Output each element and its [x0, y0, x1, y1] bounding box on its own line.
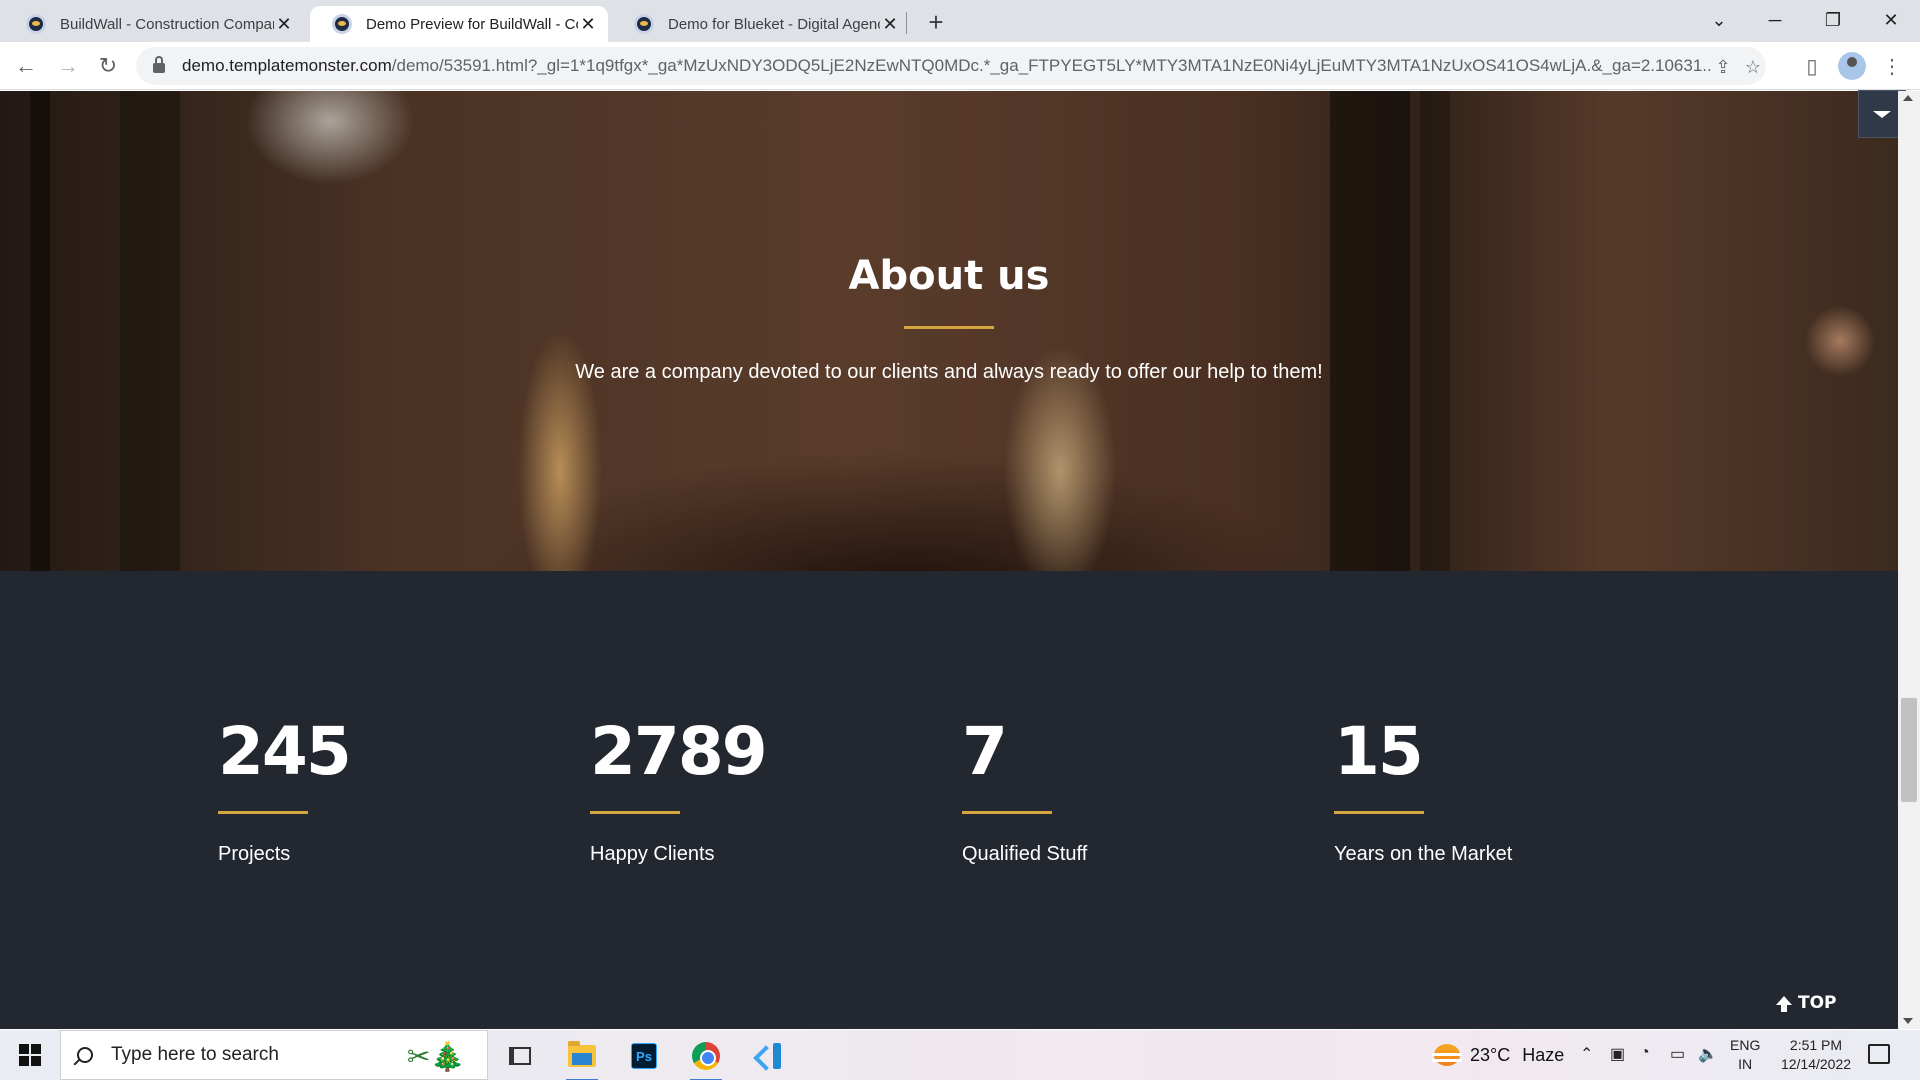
- url-host: demo.templatemonster.com: [182, 56, 392, 75]
- about-accent-line: [904, 326, 994, 329]
- battery-icon[interactable]: ▭: [1670, 1044, 1685, 1064]
- background-pillar: [30, 91, 50, 571]
- show-hidden-icons-chevron-icon[interactable]: ⌃: [1580, 1044, 1593, 1064]
- tab-title: Demo Preview for BuildWall - Constructio…: [366, 15, 578, 33]
- holiday-decoration-icon[interactable]: ✂🎄: [396, 1036, 476, 1076]
- windows-taskbar: Type here to search ✂🎄 Ps 23°C Haze ⌃ ▣ …: [0, 1030, 1920, 1080]
- restore-button[interactable]: ❐: [1810, 4, 1856, 36]
- background-pillar: [1330, 91, 1410, 571]
- clock-date: 12/14/2022: [1780, 1056, 1852, 1072]
- weather-condition: Haze: [1522, 1044, 1565, 1065]
- tab-title: Demo for Blueket - Digital Agency: [668, 15, 880, 33]
- scroll-to-top-button[interactable]: TOP: [1776, 993, 1837, 1013]
- language-indicator[interactable]: ENG IN: [1730, 1036, 1760, 1074]
- forward-arrow-icon[interactable]: →: [52, 50, 84, 82]
- back-arrow-icon[interactable]: ←: [10, 50, 42, 82]
- about-title: About us: [848, 253, 1050, 299]
- url-path: /demo/53591.html?_gl=1*1q9tfgx*_ga*MzUxN…: [391, 56, 1712, 75]
- bookmark-star-icon[interactable]: ☆: [1742, 56, 1764, 78]
- lock-icon[interactable]: [153, 56, 165, 73]
- volume-icon[interactable]: 🔈: [1698, 1044, 1718, 1064]
- weather-temp: 23°C: [1470, 1044, 1511, 1065]
- about-text: We are a company devoted to our clients …: [575, 361, 1323, 383]
- clock-time: 2:51 PM: [1789, 1037, 1843, 1053]
- menu-kebab-icon[interactable]: ⋮: [1878, 52, 1906, 80]
- scrollbar-thumb[interactable]: [1901, 698, 1917, 802]
- system-clock[interactable]: 2:51 PM 12/14/2022: [1768, 1036, 1864, 1074]
- tab-buildwall[interactable]: BuildWall - Construction Company ✕: [4, 6, 304, 42]
- tab-title: BuildWall - Construction Company: [60, 15, 274, 33]
- windows-start-icon[interactable]: [10, 1042, 50, 1068]
- tab-demo-preview[interactable]: Demo Preview for BuildWall - Constructio…: [310, 6, 608, 42]
- stat-label: Years on the Market: [1334, 843, 1513, 865]
- stat-value: 245: [218, 713, 352, 790]
- new-tab-button[interactable]: +: [922, 7, 950, 37]
- background-pillar: [1420, 91, 1450, 571]
- stat-value: 15: [1334, 713, 1424, 790]
- search-icon: [77, 1047, 93, 1063]
- haze-weather-icon: [1432, 1044, 1462, 1066]
- wifi-icon[interactable]: ◔: [1640, 1044, 1650, 1062]
- language-region: IN: [1738, 1056, 1753, 1072]
- templatemonster-favicon-icon: [634, 14, 654, 34]
- scroll-up-arrow-icon[interactable]: [1903, 95, 1913, 101]
- photoshop-icon[interactable]: Ps: [622, 1036, 666, 1076]
- side-panel-icon[interactable]: ▯: [1798, 52, 1826, 80]
- search-placeholder: Type here to search: [111, 1044, 279, 1065]
- stat-label: Qualified Stuff: [962, 843, 1088, 865]
- close-tab-icon[interactable]: ✕: [274, 14, 294, 34]
- tab-separator: [906, 12, 907, 34]
- templatemonster-favicon-icon: [26, 14, 46, 34]
- page-scrollbar[interactable]: [1898, 91, 1920, 1029]
- photoshop-label: Ps: [631, 1043, 657, 1069]
- chrome-icon[interactable]: [684, 1036, 728, 1080]
- stat-accent-line: [1334, 811, 1424, 814]
- scroll-down-arrow-icon[interactable]: [1903, 1018, 1913, 1024]
- tab-strip: BuildWall - Construction Company ✕ Demo …: [0, 0, 1920, 42]
- background-pillar: [120, 91, 180, 571]
- stats-section: 245 Projects 2789 Happy Clients 7 Qualif…: [0, 571, 1898, 1029]
- browser-toolbar: ← → ↻ demo.templatemonster.com/demo/5359…: [0, 42, 1920, 90]
- about-section: About us We are a company devoted to our…: [0, 91, 1898, 571]
- stat-label: Happy Clients: [590, 843, 715, 865]
- language-code: ENG: [1730, 1037, 1761, 1053]
- stat-label: Projects: [218, 843, 291, 865]
- url-text[interactable]: demo.templatemonster.com/demo/53591.html…: [182, 56, 1712, 76]
- tab-blueket[interactable]: Demo for Blueket - Digital Agency ✕: [612, 6, 910, 42]
- profile-avatar[interactable]: [1838, 52, 1866, 80]
- stat-accent-line: [590, 811, 680, 814]
- caret-down-icon: [1873, 110, 1891, 118]
- file-explorer-icon[interactable]: [560, 1036, 604, 1080]
- templatemonster-favicon-icon: [332, 14, 352, 34]
- weather-widget[interactable]: 23°C Haze: [1432, 1030, 1565, 1080]
- share-icon[interactable]: ⇪: [1712, 56, 1734, 78]
- stat-value: 7: [962, 713, 1008, 790]
- stat-accent-line: [962, 811, 1052, 814]
- notification-center-icon[interactable]: [1868, 1044, 1890, 1064]
- minimize-button[interactable]: ─: [1752, 4, 1798, 36]
- stat-value: 2789: [590, 713, 768, 790]
- top-label: TOP: [1798, 993, 1837, 1013]
- arrow-up-icon: [1776, 995, 1792, 1012]
- close-tab-icon[interactable]: ✕: [578, 14, 598, 34]
- close-window-button[interactable]: ✕: [1868, 4, 1914, 36]
- vscode-icon[interactable]: [746, 1036, 790, 1076]
- address-bar[interactable]: demo.templatemonster.com/demo/53591.html…: [136, 47, 1766, 85]
- tab-search-chevron-icon[interactable]: ⌄: [1696, 4, 1742, 36]
- stat-accent-line: [218, 811, 308, 814]
- meet-now-icon[interactable]: ▣: [1610, 1044, 1625, 1064]
- task-view-icon[interactable]: [498, 1036, 542, 1076]
- reload-icon[interactable]: ↻: [92, 50, 124, 82]
- close-tab-icon[interactable]: ✕: [880, 14, 900, 34]
- page-viewport: About us We are a company devoted to our…: [0, 91, 1898, 1029]
